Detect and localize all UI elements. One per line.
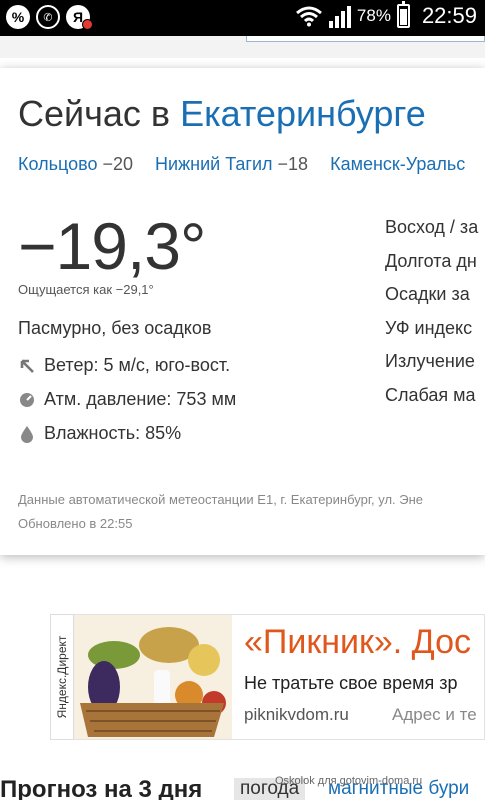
nearby-city-link[interactable]: Кольцово [18,154,97,174]
page-title: Сейчас в Екатеринбурге [18,93,426,135]
humidity-row: Влажность: 85% [18,423,181,444]
yandex-notification-icon: Я [66,5,93,30]
top-tab-edge [246,36,485,42]
feels-like: Ощущается как −29,1° [18,282,154,297]
notification-icons: % ✆ Я [6,5,93,30]
data-source: Данные автоматической метеостанции Е1, г… [18,492,424,507]
weather-condition: Пасмурно, без осадков [18,318,212,338]
nearby-city[interactable]: Кольцово −20 [18,154,133,175]
nearby-city[interactable]: Нижний Тагил −18 [155,154,308,175]
wind-text: Ветер: 5 м/с, юго-вост. [44,355,231,375]
battery-icon [396,1,410,28]
forecast-title: Прогноз на 3 дня [0,776,203,800]
battery-percent: 78% [356,6,391,25]
wind-direction-icon [18,357,36,375]
percent-icon: % [6,5,30,29]
ad-network-text: Яндекс.Директ [55,635,69,719]
magnetic-label: Слабая ма [385,384,476,405]
system-indicators: 78% 22:59 [295,1,477,29]
uv-index-label: УФ индекс [385,317,473,338]
nearby-city-link[interactable]: Нижний Тагил [155,154,272,174]
nearby-city[interactable]: Каменск-Уральс [330,154,465,175]
watermark: Oskolok для gotovim-doma.ru [275,775,423,787]
ad-title[interactable]: «Пикник». Дос [244,623,471,662]
current-temperature: −19,3° [18,209,206,283]
sunrise-label: Восход / за [385,217,479,237]
pressure-gauge-icon [18,391,36,409]
ad-text: Не тратьте свое время зр [244,673,458,693]
humidity-text: Влажность: 85% [44,423,182,443]
headline-prefix: Сейчас в [18,93,171,134]
nearby-city-link[interactable]: Каменск-Уральс [330,154,465,174]
ad-network-label[interactable]: Яндекс.Директ [50,614,74,740]
precipitation-label: Осадки за [385,284,470,305]
page-top-strip [0,36,485,58]
updated-time: Обновлено в 22:55 [18,516,133,531]
signal-icon [328,4,351,28]
status-bar: % ✆ Я 78% 22:59 [0,0,485,36]
humidity-drop-icon [18,425,36,443]
nearby-cities: Кольцово −20 Нижний Тагил −18 Каменск-Ур… [18,154,465,175]
city-name: Екатеринбурге [180,93,426,134]
wifi-icon [295,6,322,27]
radiation-label: Излучение [385,351,475,372]
ad-food-basket-image[interactable] [74,615,232,739]
day-length-label: Долгота дн [385,250,477,271]
wind-row: Ветер: 5 м/с, юго-вост. [18,355,230,376]
clock: 22:59 [421,3,477,28]
nearby-city-temp: −18 [277,154,309,174]
pressure-text: Атм. давление: 753 мм [44,389,237,409]
ad-domain[interactable]: piknikvdom.ru [244,705,349,725]
whatsapp-icon: ✆ [36,5,60,29]
ad-banner[interactable]: «Пикник». Дос Не тратьте свое время зр p… [74,614,485,740]
ad-address-link[interactable]: Адрес и те [392,705,477,725]
current-weather-card: Сейчас в Екатеринбурге Кольцово −20 Нижн… [0,68,485,555]
pressure-row: Атм. давление: 753 мм [18,389,236,410]
sun-details: Восход / за Долгота дн Осадки за УФ инде… [385,217,478,419]
nearby-city-temp: −20 [102,154,134,174]
